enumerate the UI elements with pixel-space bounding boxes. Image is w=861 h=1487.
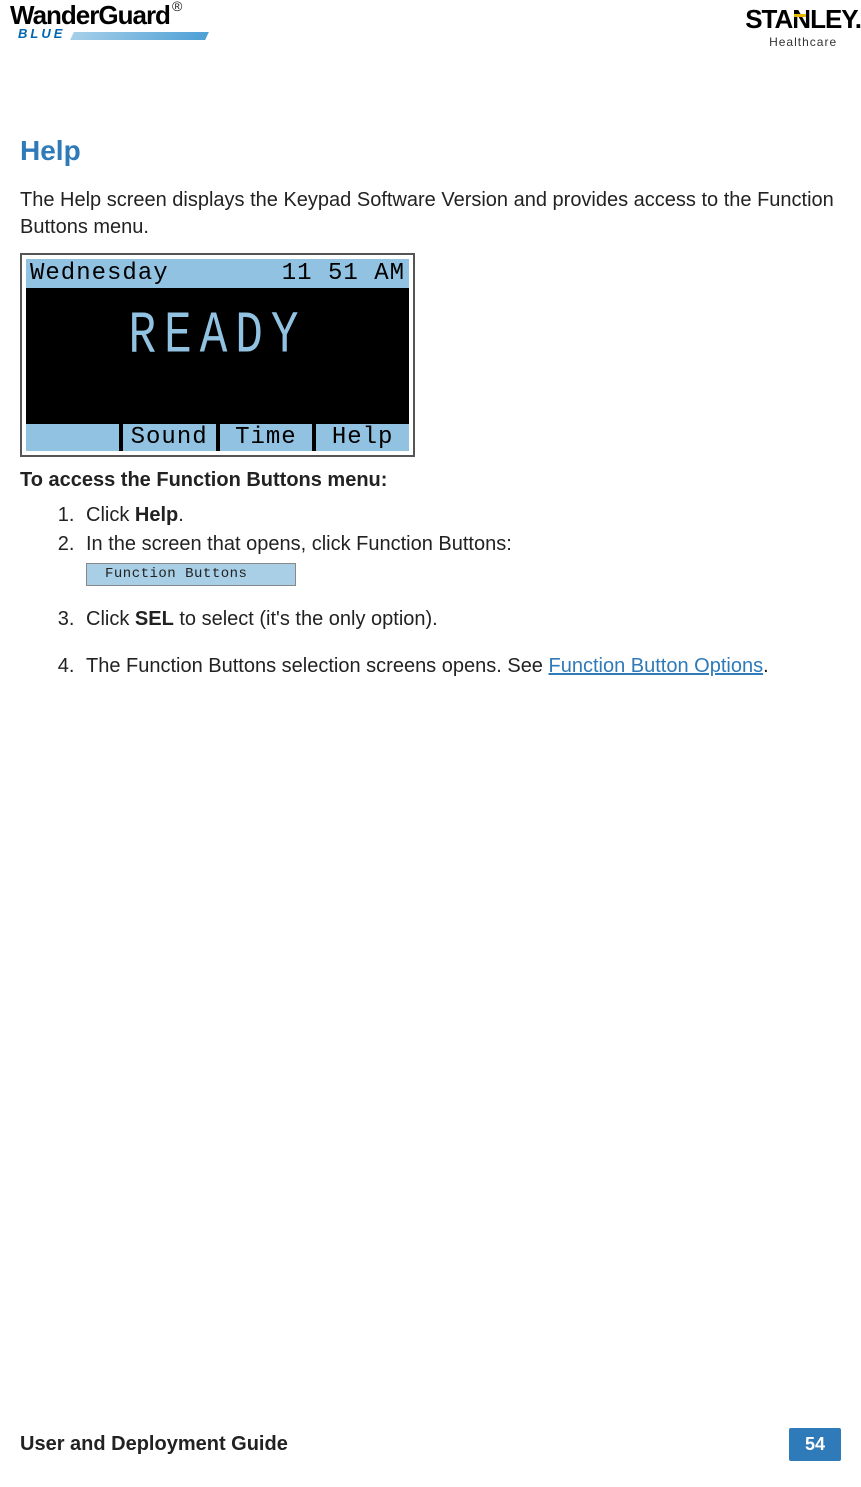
logo-left-sub: BLUE (18, 26, 65, 41)
registered-icon: ® (172, 0, 182, 14)
main-content: Help The Help screen displays the Keypad… (0, 50, 861, 680)
step-1: Click Help. (80, 502, 841, 529)
page-footer: User and Deployment Guide 54 (20, 1428, 841, 1461)
keypad-softkeys: Sound Time Help (26, 424, 409, 451)
instructions-list: Click Help. In the screen that opens, cl… (80, 502, 841, 680)
softkey-1 (26, 424, 123, 451)
logo-right-sub: Healthcare (745, 35, 861, 49)
wanderguard-logo: WanderGuard® BLUE (10, 0, 182, 31)
stanley-logo: STANLEY. Healthcare (745, 4, 861, 49)
footer-title: User and Deployment Guide (20, 1433, 288, 1456)
section-title: Help (20, 135, 841, 167)
logo-right-name: STANLEY. (745, 4, 861, 35)
function-button-options-link[interactable]: Function Button Options (549, 655, 764, 677)
intro-text: The Help screen displays the Keypad Soft… (20, 187, 841, 241)
softkey-time: Time (220, 424, 317, 451)
keypad-time: 11 51 AM (282, 260, 405, 287)
softkey-sound: Sound (123, 424, 220, 451)
keypad-day: Wednesday (30, 260, 169, 287)
step-2: In the screen that opens, click Function… (80, 531, 841, 586)
function-buttons-badge: Function Buttons (86, 563, 296, 586)
page-number: 54 (789, 1428, 841, 1461)
softkey-help: Help (316, 424, 409, 451)
instructions-heading: To access the Function Buttons menu: (20, 469, 841, 492)
logo-bar-icon (70, 32, 209, 40)
keypad-screenshot: Wednesday 11 51 AM READY Sound Time Help (20, 253, 415, 457)
keypad-status: READY (26, 302, 409, 370)
step-4: The Function Buttons selection screens o… (80, 653, 841, 680)
page-header: WanderGuard® BLUE STANLEY. Healthcare (0, 0, 861, 50)
step-3: Click SEL to select (it's the only optio… (80, 606, 841, 633)
